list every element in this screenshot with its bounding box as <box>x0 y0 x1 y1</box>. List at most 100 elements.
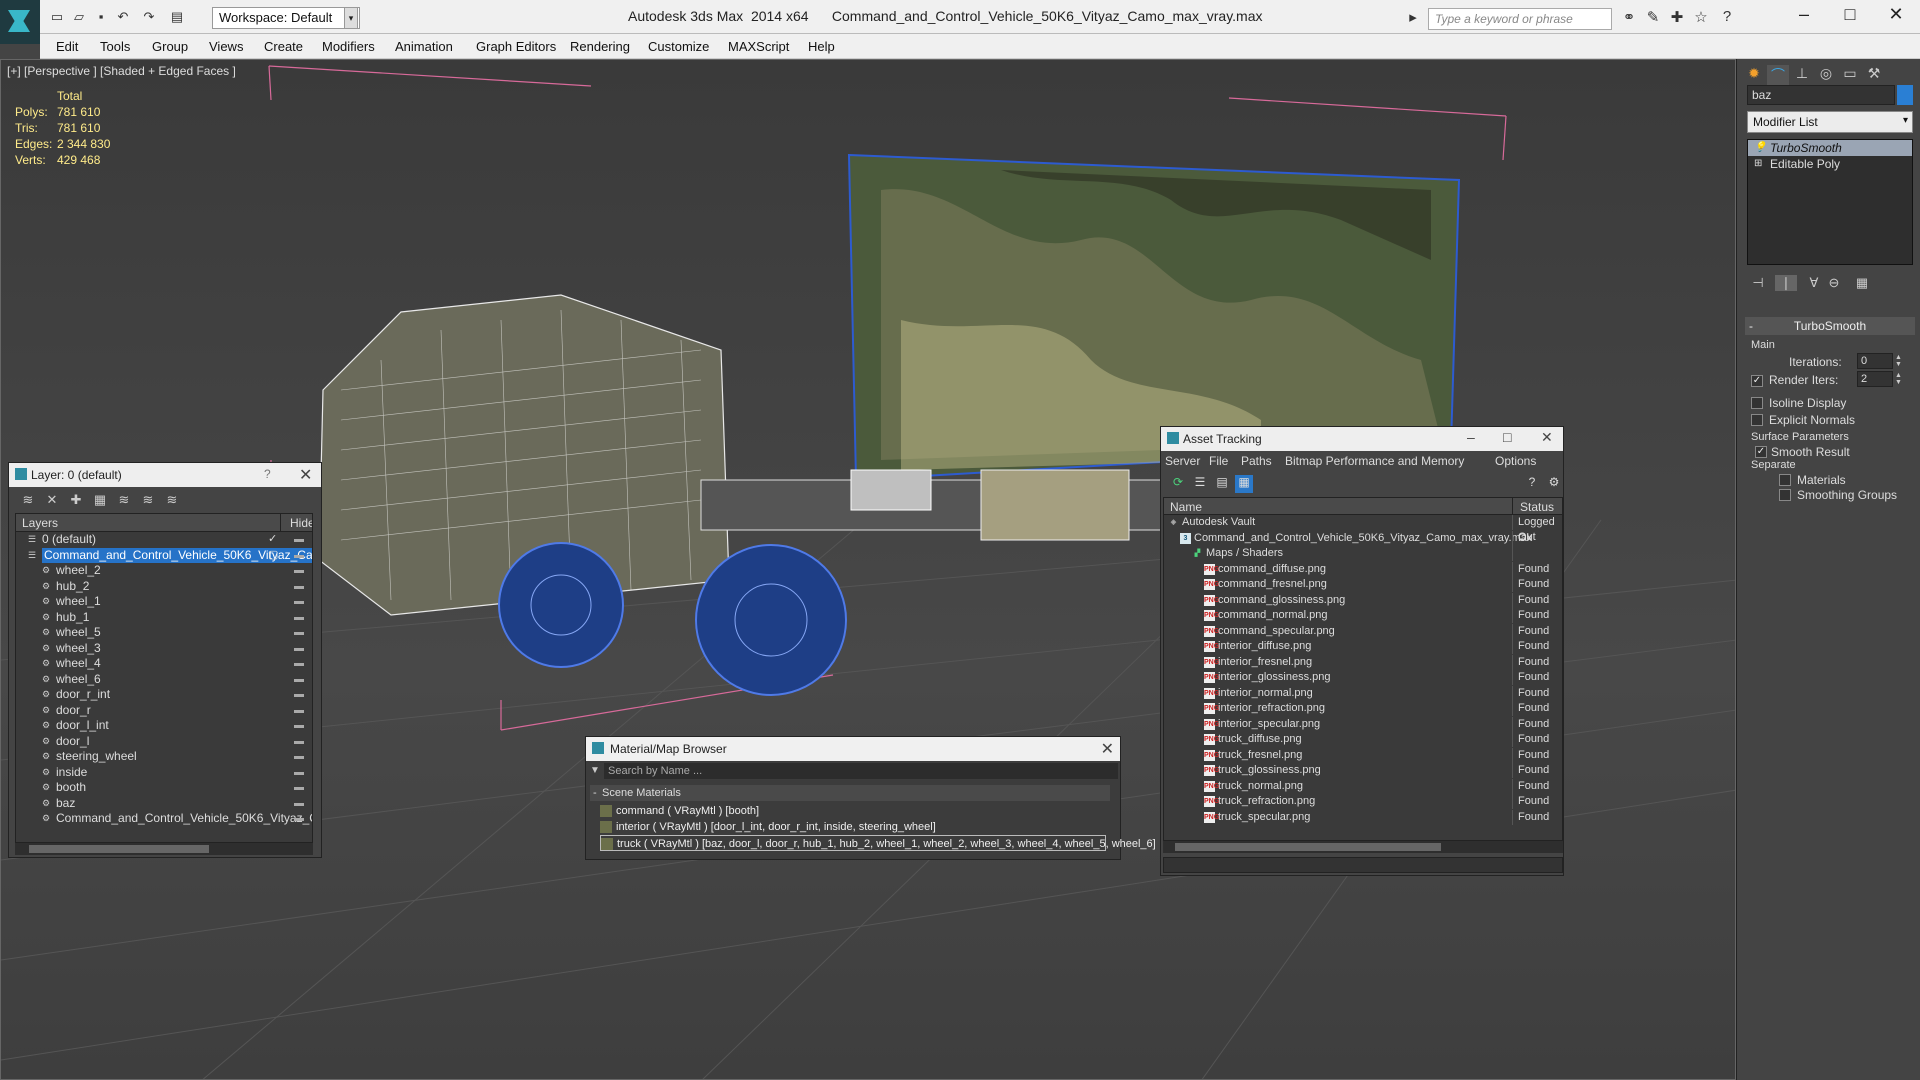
layer-row[interactable]: ⚙ inside ▬ <box>16 765 312 781</box>
menu-customize[interactable]: Customize <box>648 39 709 54</box>
menu-help[interactable]: Help <box>808 39 835 54</box>
redo-icon[interactable]: ↷ <box>140 8 158 26</box>
help-icon[interactable]: ? <box>1716 8 1738 28</box>
menu-group[interactable]: Group <box>152 39 188 54</box>
make-unique-icon[interactable]: ∀ <box>1803 275 1825 291</box>
freeze-all-icon[interactable]: ≋ <box>163 492 181 508</box>
hide-toggle[interactable]: ▬ <box>294 718 304 733</box>
help-icon[interactable]: ? <box>1523 475 1541 493</box>
hierarchy-tab-icon[interactable]: ⊥ <box>1791 65 1813 87</box>
remove-modifier-icon[interactable]: ⊖ <box>1823 275 1845 291</box>
col-name[interactable]: Name <box>1170 500 1202 514</box>
scroll-thumb[interactable] <box>1175 843 1441 851</box>
layer-row[interactable]: ⚙ wheel_5 ▬ <box>16 625 312 641</box>
minimize-button[interactable]: – <box>1467 429 1475 445</box>
layer-row[interactable]: ⚙ wheel_3 ▬ <box>16 641 312 657</box>
spinner-arrows-icon[interactable]: ▲ ▼ <box>1895 354 1903 368</box>
create-tab-icon[interactable]: ✹ <box>1743 65 1765 87</box>
menu-paths[interactable]: Paths <box>1241 454 1272 468</box>
asset-row[interactable]: PNG interior_normal.png Found <box>1164 685 1562 702</box>
asset-row[interactable]: PNG command_normal.png Found <box>1164 608 1562 624</box>
layer-row[interactable]: ⚙ wheel_1 ▬ <box>16 594 312 610</box>
asset-row[interactable]: ◈ Autodesk Vault Logged Out <box>1164 515 1562 543</box>
layer-row[interactable]: ⚙ wheel_6 ▬ <box>16 672 312 688</box>
menu-options[interactable]: Options <box>1495 454 1536 468</box>
layer-panel-titlebar[interactable]: Layer: 0 (default) ? ✕ <box>9 463 321 487</box>
layer-row[interactable]: ⚙ door_r ▬ <box>16 703 312 719</box>
hide-toggle[interactable]: ▬ <box>294 594 304 609</box>
asset-row[interactable]: PNG command_fresnel.png Found <box>1164 577 1562 593</box>
hide-toggle[interactable]: ▬ <box>294 625 304 640</box>
layer-row[interactable]: ⚙ door_r_int ▬ <box>16 687 312 703</box>
materials-checkbox[interactable] <box>1779 474 1791 486</box>
menu-views[interactable]: Views <box>209 39 243 54</box>
hide-toggle[interactable]: ▬ <box>294 579 304 594</box>
hide-toggle[interactable]: ▬ <box>294 796 304 811</box>
modify-tab-icon[interactable]: ⌒ <box>1767 65 1789 87</box>
asset-row[interactable]: PNG command_specular.png Found <box>1164 623 1562 640</box>
asset-row[interactable]: PNG command_diffuse.png Found <box>1164 561 1562 578</box>
hide-toggle[interactable]: ▬ <box>294 548 304 563</box>
maximize-button[interactable]: □ <box>1830 4 1870 28</box>
layer-row[interactable]: ⚙ door_l ▬ <box>16 734 312 750</box>
layer-row[interactable]: ⚙ hub_1 ▬ <box>16 610 312 626</box>
menu-server[interactable]: Server <box>1165 454 1200 468</box>
asset-row[interactable]: 3 Command_and_Control_Vehicle_50K6_Vityaz… <box>1164 530 1562 547</box>
layer-row[interactable]: ☰ 0 (default) ✓ ▬ <box>16 532 312 548</box>
asset-row[interactable]: PNG interior_specular.png Found <box>1164 716 1562 733</box>
menu-create[interactable]: Create <box>264 39 303 54</box>
delete-layer-icon[interactable]: ✕ <box>43 492 61 508</box>
new-file-icon[interactable]: ▭ <box>48 8 66 26</box>
close-button[interactable]: ✕ <box>1876 4 1916 28</box>
keyword-search-input[interactable]: Type a keyword or phrase <box>1428 8 1612 30</box>
menu-file[interactable]: File <box>1209 454 1228 468</box>
object-color-swatch[interactable] <box>1897 85 1913 105</box>
set-current-layer-icon[interactable]: ▢ <box>268 548 278 563</box>
binoculars-icon[interactable]: ⚭ <box>1618 8 1640 28</box>
menu-tools[interactable]: Tools <box>100 39 130 54</box>
asset-row[interactable]: ▞ Maps / Shaders <box>1164 546 1562 562</box>
asset-row[interactable]: PNG truck_normal.png Found <box>1164 778 1562 795</box>
utilities-tab-icon[interactable]: ⚒ <box>1863 65 1885 87</box>
workspace-expand-button[interactable]: ▾ <box>344 7 358 29</box>
layer-row[interactable]: ⚙ steering_wheel ▬ <box>16 749 312 765</box>
project-folder-icon[interactable]: ▤ <box>168 8 186 26</box>
select-objects-icon[interactable]: ▦ <box>91 492 109 508</box>
list-view-icon[interactable]: ☰ <box>1191 475 1209 493</box>
communication-center-icon[interactable]: ✚ <box>1666 8 1688 28</box>
layer-row[interactable]: ⚙ wheel_4 ▬ <box>16 656 312 672</box>
table-view-icon[interactable]: ▦ <box>1235 475 1253 493</box>
menu-graph-editors[interactable]: Graph Editors <box>476 39 556 54</box>
menu-modifiers[interactable]: Modifiers <box>322 39 375 54</box>
layer-row[interactable]: ☰ Command_and_Control_Vehicle_50K6_Vityaz… <box>16 547 312 564</box>
minimize-button[interactable]: – <box>1784 4 1824 28</box>
new-layer-icon[interactable]: ≋ <box>19 492 37 508</box>
menu-maxscript[interactable]: MAXScript <box>728 39 789 54</box>
smoothing-groups-checkbox[interactable] <box>1779 489 1791 501</box>
menu-edit[interactable]: Edit <box>56 39 78 54</box>
highlight-layer-icon[interactable]: ≋ <box>115 492 133 508</box>
help-button[interactable]: ? <box>264 467 271 481</box>
thumbnail-view-icon[interactable]: ▤ <box>1213 475 1231 493</box>
maximize-button[interactable]: □ <box>1503 429 1511 445</box>
viewport-label[interactable]: [+] [Perspective ] [Shaded + Edged Faces… <box>7 64 236 78</box>
hide-toggle[interactable]: ▬ <box>294 656 304 671</box>
close-icon[interactable]: ✕ <box>1101 739 1114 759</box>
layer-row[interactable]: ⚙ booth ▬ <box>16 780 312 796</box>
scroll-thumb[interactable] <box>29 845 209 853</box>
server-help-icon[interactable]: ⚙ <box>1545 475 1563 493</box>
undo-icon[interactable]: ↶ <box>114 8 132 26</box>
lightbulb-icon[interactable]: 💡 <box>1754 140 1766 156</box>
stack-item-turbosmooth[interactable]: 💡 TurboSmooth <box>1748 140 1912 156</box>
hide-toggle[interactable]: ▬ <box>294 672 304 687</box>
asset-row[interactable]: PNG truck_specular.png Found <box>1164 809 1562 826</box>
asset-row[interactable]: PNG truck_fresnel.png Found <box>1164 747 1562 764</box>
layer-row[interactable]: ⚙ hub_2 ▬ <box>16 579 312 595</box>
asset-row[interactable]: PNG truck_refraction.png Found <box>1164 794 1562 810</box>
options-menu-icon[interactable]: ▼ <box>590 765 600 776</box>
render-iters-checkbox[interactable]: ✓ <box>1751 375 1763 387</box>
object-name-field[interactable]: baz <box>1747 85 1895 105</box>
active-layer-check-icon[interactable]: ✓ <box>268 532 277 547</box>
isoline-display-checkbox[interactable] <box>1751 397 1763 409</box>
explicit-normals-checkbox[interactable] <box>1751 414 1763 426</box>
